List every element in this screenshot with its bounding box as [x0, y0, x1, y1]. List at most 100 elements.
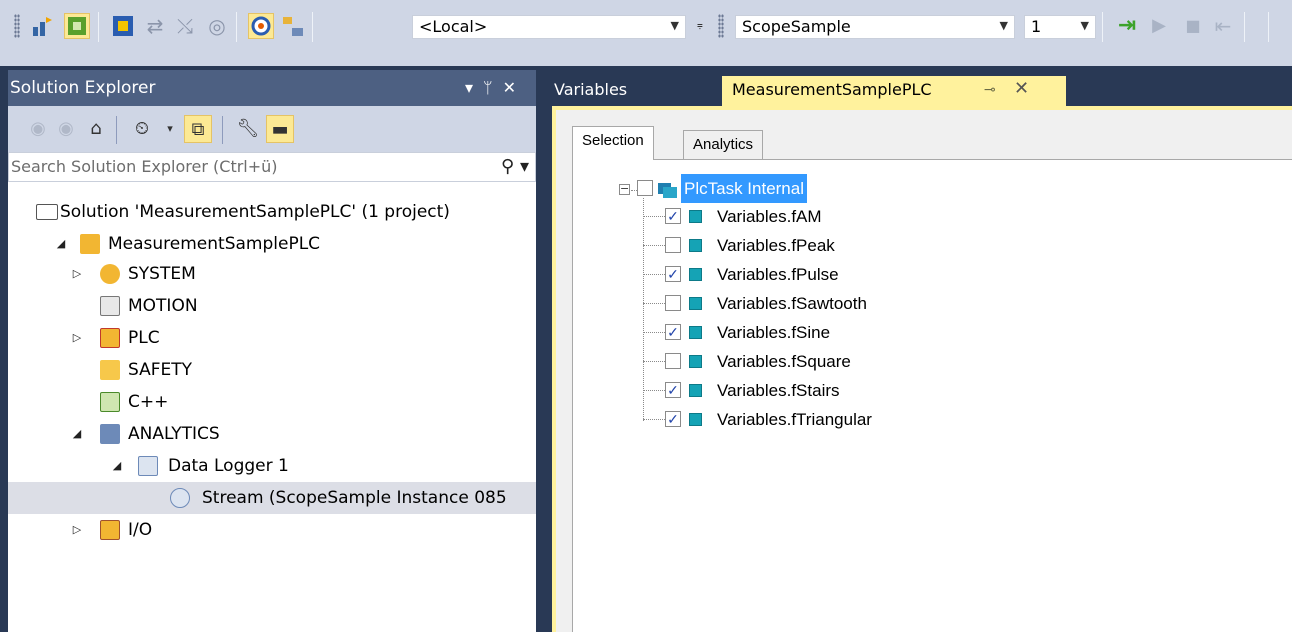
search-icon[interactable]: ⚲ ▾ — [501, 153, 529, 181]
close-icon[interactable]: ✕ — [1014, 75, 1029, 103]
variable-row[interactable]: Variables.fSquare — [573, 347, 973, 376]
build-icon[interactable] — [30, 13, 56, 39]
tree-item-project[interactable]: ◢ MeasurementSamplePLC — [8, 228, 536, 260]
tab-variables[interactable]: Variables — [544, 76, 637, 106]
tree-item-solution[interactable]: Solution 'MeasurementSamplePLC' (1 proje… — [8, 196, 536, 228]
forward-icon[interactable]: ◉ — [52, 115, 80, 143]
variable-row[interactable]: ✓ Variables.fTriangular — [573, 405, 973, 434]
toolbar-grip[interactable] — [14, 14, 20, 38]
stream-icon — [170, 488, 190, 508]
free-run-icon[interactable]: ◎ — [204, 13, 230, 39]
editor-content: Analytics Selection − PlcTask Internal ✓… — [556, 110, 1292, 632]
task-node[interactable]: PlcTask Internal — [573, 174, 973, 203]
reload-icon[interactable]: ⇄ — [142, 13, 168, 39]
expand-arrow-icon[interactable]: ▷ — [70, 322, 84, 354]
variable-label: Variables.fPeak — [717, 236, 835, 255]
preview-icon[interactable]: ▬ — [266, 115, 294, 143]
activate-config-icon[interactable] — [64, 13, 90, 39]
pending-changes-icon[interactable]: ⏲ — [128, 115, 156, 143]
instance-select[interactable]: 1 ▼ — [1024, 15, 1096, 39]
plc-icon — [100, 328, 120, 348]
variable-checkbox[interactable]: ✓ — [665, 324, 681, 340]
tab-analytics[interactable]: Analytics — [683, 130, 764, 160]
tree-item-data-logger[interactable]: ◢ Data Logger 1 — [8, 450, 536, 482]
logout-icon[interactable]: ⇤ — [1210, 13, 1236, 39]
variable-icon — [689, 210, 702, 223]
analytics-icon — [100, 424, 120, 444]
variable-checkbox[interactable]: ✓ — [665, 382, 681, 398]
scan-icon[interactable]: ⤯ — [172, 13, 198, 39]
start-icon[interactable]: ▶ — [1146, 13, 1172, 39]
variable-icon — [689, 268, 702, 281]
back-icon[interactable]: ◉ — [24, 115, 52, 143]
variable-row[interactable]: Variables.fPeak — [573, 231, 973, 260]
solution-icon — [36, 204, 58, 220]
variable-label: Variables.fSawtooth — [717, 294, 867, 313]
variable-checkbox[interactable] — [665, 353, 681, 369]
config-select[interactable]: ScopeSample ▼ — [735, 15, 1015, 39]
task-label: PlcTask Internal — [681, 174, 807, 203]
target-platform-select[interactable]: <Local> ▼ — [412, 15, 686, 39]
collapse-arrow-icon[interactable]: ◢ — [70, 418, 84, 450]
system-icon — [100, 264, 120, 284]
stop-icon[interactable]: ■ — [1180, 13, 1206, 39]
io-icon — [100, 520, 120, 540]
panel-title: Solution Explorer — [10, 78, 156, 98]
variable-icon — [689, 413, 702, 426]
tab-selection[interactable]: Selection — [572, 126, 654, 160]
tab-measurement-sample-plc[interactable]: MeasurementSamplePLC ⊸ ✕ — [722, 76, 1066, 106]
tree-item-safety[interactable]: SAFETY — [8, 354, 536, 386]
tree-item-motion[interactable]: MOTION — [8, 290, 536, 322]
search-input[interactable]: Search Solution Explorer (Ctrl+ü) ⚲ ▾ — [8, 152, 536, 182]
variable-icon — [689, 384, 702, 397]
variable-icon — [689, 326, 702, 339]
cpp-icon — [100, 392, 120, 412]
checkbox[interactable] — [637, 180, 653, 196]
restart-config-icon[interactable] — [110, 13, 136, 39]
variable-tree: − PlcTask Internal ✓ Variables.fAM Variabl… — [572, 159, 1292, 632]
window-position-icon[interactable]: ▾ — [465, 78, 483, 97]
variable-checkbox[interactable]: ✓ — [665, 411, 681, 427]
tree-item-system[interactable]: ▷ SYSTEM — [8, 258, 536, 290]
properties-wrench-icon[interactable]: 🔧︎ — [234, 115, 262, 143]
variable-label: Variables.fAM — [717, 207, 822, 226]
chevron-down-icon: ▼ — [1080, 19, 1089, 32]
home-icon[interactable]: ⌂ — [82, 115, 110, 143]
variable-label: Variables.fTriangular — [717, 410, 872, 429]
pin-icon[interactable]: ⊸ — [984, 76, 996, 104]
pin-icon[interactable]: ᛘ — [483, 78, 503, 97]
variable-checkbox[interactable]: ✓ — [665, 208, 681, 224]
close-icon[interactable]: ✕ — [503, 78, 526, 97]
tree-item-stream[interactable]: Stream (ScopeSample Instance 085 — [8, 482, 536, 514]
expand-arrow-icon[interactable]: ▷ — [70, 258, 84, 290]
variable-checkbox[interactable]: ✓ — [665, 266, 681, 282]
chevron-down-icon: ▼ — [999, 19, 1008, 32]
variable-row[interactable]: ✓ Variables.fPulse — [573, 260, 973, 289]
solution-explorer-title-bar: Solution Explorer ▾ᛘ✕ — [8, 70, 536, 106]
collapse-arrow-icon[interactable]: ◢ — [110, 450, 124, 482]
safety-icon — [100, 360, 120, 380]
variable-label: Variables.fSine — [717, 323, 831, 342]
target-system-icon[interactable] — [280, 13, 306, 39]
variable-row[interactable]: ✓ Variables.fStairs — [573, 376, 973, 405]
login-icon[interactable]: ⇥ — [1114, 13, 1140, 39]
tree-item-cpp[interactable]: C++ — [8, 386, 536, 418]
toggle-config-mode-icon[interactable] — [248, 13, 274, 39]
variable-row[interactable]: ✓ Variables.fAM — [573, 202, 973, 231]
chevron-down-icon: ▼ — [670, 19, 679, 32]
expand-arrow-icon[interactable]: ▷ — [70, 514, 84, 546]
document-area: Variables MeasurementSamplePLC ⊸ ✕ Analy… — [544, 70, 1292, 632]
variable-row[interactable]: Variables.fSawtooth — [573, 289, 973, 318]
chevron-down-icon[interactable]: ▾ — [156, 115, 184, 143]
variable-checkbox[interactable] — [665, 237, 681, 253]
tree-item-plc[interactable]: ▷ PLC — [8, 322, 536, 354]
project-icon — [80, 234, 100, 254]
tree-item-analytics[interactable]: ◢ ANALYTICS — [8, 418, 536, 450]
variable-checkbox[interactable] — [665, 295, 681, 311]
collapse-all-icon[interactable]: ⧉ — [184, 115, 212, 143]
variable-row[interactable]: ✓ Variables.fSine — [573, 318, 973, 347]
overflow-icon[interactable]: ⩦ — [697, 20, 703, 31]
motion-icon — [100, 296, 120, 316]
collapse-arrow-icon[interactable]: ◢ — [54, 228, 68, 260]
tree-item-io[interactable]: ▷ I/O — [8, 514, 536, 546]
